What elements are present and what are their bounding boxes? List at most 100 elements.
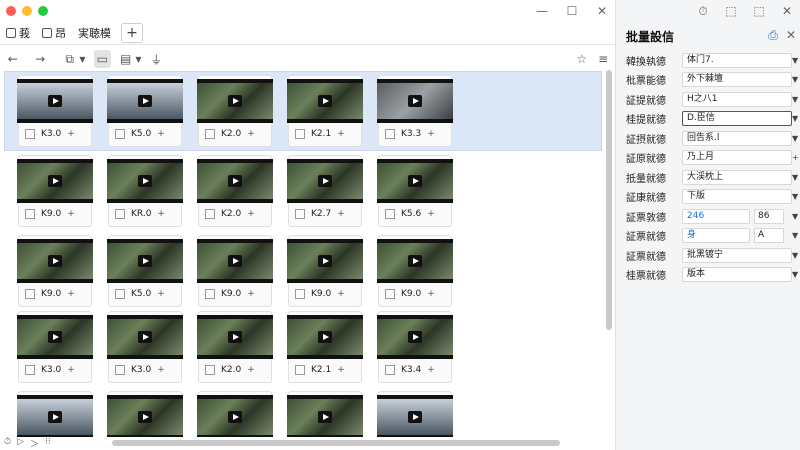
video-thumbnail[interactable]	[107, 159, 183, 203]
play-icon[interactable]	[318, 175, 332, 187]
horizontal-scrollbar[interactable]	[112, 440, 560, 446]
video-card[interactable]: K5.0 +	[107, 235, 183, 307]
chevron-down-icon[interactable]: ▼	[79, 55, 85, 64]
play-icon[interactable]	[408, 95, 422, 107]
close-button[interactable]: ✕	[593, 4, 611, 18]
chevron-down-icon[interactable]: ▼	[792, 212, 798, 221]
video-thumbnail[interactable]	[197, 315, 273, 359]
add-icon[interactable]: +	[337, 365, 345, 375]
setting-field[interactable]: H之八1	[682, 91, 792, 107]
chevron-down-icon[interactable]: ▼	[792, 192, 798, 201]
play-icon[interactable]	[48, 175, 62, 187]
play-icon[interactable]	[318, 411, 332, 423]
plus-icon[interactable]: +	[792, 153, 799, 162]
play-icon[interactable]	[318, 255, 332, 267]
video-thumbnail[interactable]	[107, 315, 183, 359]
chevron-down-icon[interactable]: ▼	[792, 270, 798, 279]
video-thumbnail[interactable]	[197, 159, 273, 203]
video-card[interactable]: KR.0 +	[107, 155, 183, 227]
play-icon[interactable]	[228, 331, 242, 343]
chevron-down-icon[interactable]: ▼	[792, 231, 798, 240]
close-icon[interactable]: ✕	[778, 4, 796, 18]
video-card[interactable]: K9.0 +	[377, 235, 453, 307]
tab-1[interactable]: 莪	[0, 22, 36, 44]
back-button[interactable]: ←	[4, 50, 21, 68]
copy-icon[interactable]: ⧉	[61, 50, 78, 68]
video-card[interactable]	[197, 391, 273, 437]
video-card[interactable]: K3.3 +	[377, 75, 453, 147]
grip-icon[interactable]: ⁝⁝	[45, 437, 51, 450]
play-icon[interactable]	[318, 95, 332, 107]
setting-field[interactable]: 版本	[682, 267, 792, 282]
video-thumbnail[interactable]	[197, 239, 273, 283]
add-icon[interactable]: +	[427, 365, 435, 375]
video-thumbnail[interactable]	[287, 159, 363, 203]
play-icon[interactable]	[228, 175, 242, 187]
timer-icon[interactable]: ⏱	[694, 4, 712, 18]
play-icon[interactable]	[48, 411, 62, 423]
play-icon[interactable]	[138, 331, 152, 343]
video-card[interactable]: K3.0 +	[17, 75, 93, 147]
add-icon[interactable]: +	[337, 289, 345, 299]
video-thumbnail[interactable]	[287, 79, 363, 123]
view-toggle-button[interactable]: ▭	[93, 50, 111, 68]
play-icon[interactable]	[408, 175, 422, 187]
menu-icon[interactable]: ≡	[594, 50, 611, 68]
play-icon[interactable]: ▷	[17, 437, 24, 450]
video-thumbnail[interactable]	[17, 395, 93, 437]
star-icon[interactable]: ☆	[573, 50, 590, 68]
add-icon[interactable]: +	[157, 289, 165, 299]
list-view-icon[interactable]: ▤	[117, 50, 134, 68]
play-icon[interactable]	[138, 255, 152, 267]
chevron-down-icon[interactable]: ▼	[792, 75, 798, 84]
chevron-down-icon[interactable]: ▼	[792, 95, 798, 104]
video-thumbnail[interactable]	[287, 315, 363, 359]
video-card[interactable]	[377, 391, 453, 437]
add-icon[interactable]: +	[247, 129, 255, 139]
chart-icon[interactable]: ⏚	[148, 50, 165, 68]
video-thumbnail[interactable]	[17, 159, 93, 203]
setting-field[interactable]: 乃上月	[682, 150, 792, 165]
video-card[interactable]: K2.1 +	[287, 75, 363, 147]
setting-field[interactable]: 246	[682, 208, 750, 224]
video-card[interactable]	[107, 391, 183, 437]
video-card[interactable]: K9.0 +	[197, 235, 273, 307]
close-dot[interactable]	[6, 6, 16, 16]
video-card[interactable]: K9.0 +	[287, 235, 363, 307]
video-card[interactable]: K2.0 +	[197, 155, 273, 227]
video-thumbnail[interactable]	[287, 239, 363, 283]
setting-field[interactable]: D.臣信	[682, 111, 792, 126]
video-card[interactable]: K3.0 +	[17, 311, 93, 383]
setting-field[interactable]: 下版	[682, 189, 792, 204]
chevron-down-icon[interactable]: ▼	[792, 114, 798, 123]
add-icon[interactable]: +	[427, 289, 435, 299]
video-thumbnail[interactable]	[377, 315, 453, 359]
add-icon[interactable]: +	[67, 129, 75, 139]
add-icon[interactable]: +	[337, 209, 345, 219]
video-thumbnail[interactable]	[107, 79, 183, 123]
add-icon[interactable]: +	[427, 129, 435, 139]
play-icon[interactable]	[48, 255, 62, 267]
play-icon[interactable]	[228, 411, 242, 423]
video-card[interactable]: K2.7 +	[287, 155, 363, 227]
video-card[interactable]: K3.0 +	[107, 311, 183, 383]
chevron-down-icon[interactable]: ▼	[792, 251, 798, 260]
next-icon[interactable]: ＞	[30, 437, 39, 450]
video-thumbnail[interactable]	[17, 79, 93, 123]
chevron-down-icon[interactable]: ▼	[135, 55, 141, 64]
minimize-button[interactable]: —	[533, 4, 551, 18]
setting-field[interactable]: 回告系.l	[682, 130, 792, 146]
play-icon[interactable]	[228, 255, 242, 267]
video-thumbnail[interactable]	[377, 79, 453, 123]
play-icon[interactable]	[138, 175, 152, 187]
video-thumbnail[interactable]	[197, 79, 273, 123]
copy-icon[interactable]: ⬚	[750, 4, 768, 18]
video-thumbnail[interactable]	[17, 315, 93, 359]
maximize-button[interactable]: ☐	[563, 4, 581, 18]
add-icon[interactable]: +	[427, 209, 435, 219]
play-icon[interactable]	[138, 411, 152, 423]
setting-field[interactable]: 体门7.	[682, 52, 792, 68]
video-card[interactable]: K3.4 +	[377, 311, 453, 383]
video-thumbnail[interactable]	[287, 395, 363, 437]
setting-field[interactable]: 大渓枕上	[682, 169, 792, 185]
